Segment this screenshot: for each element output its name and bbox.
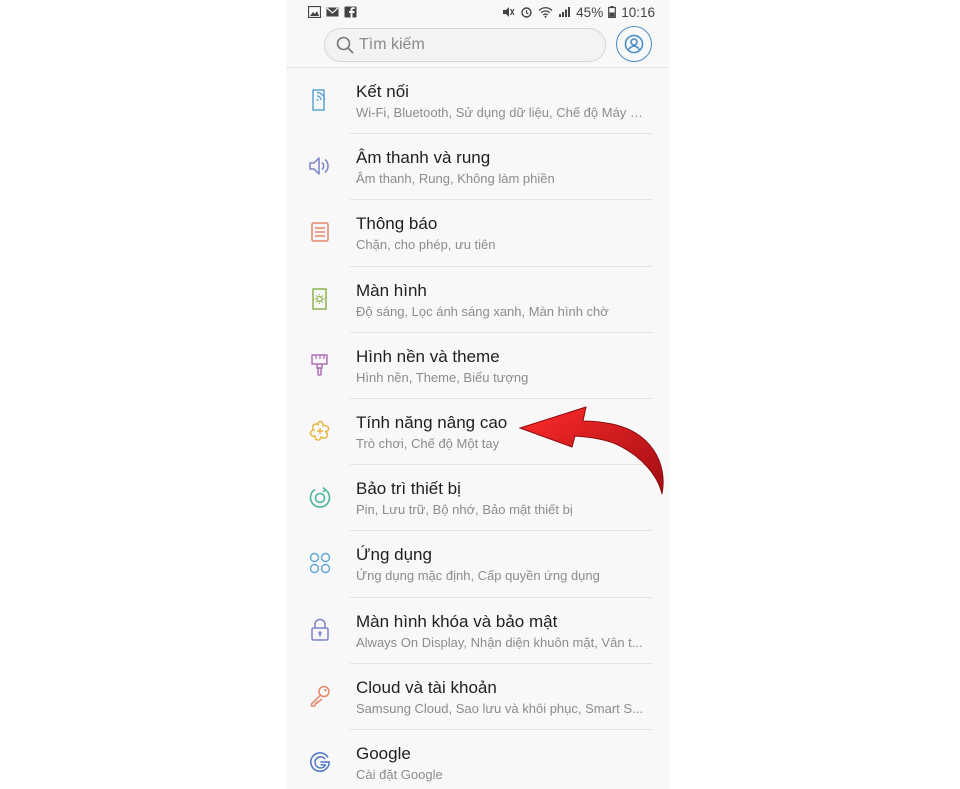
wifi-icon (538, 7, 553, 18)
settings-item-subtitle: Âm thanh, Rung, Không làm phiền (356, 171, 555, 187)
settings-item-title: Thông báo (356, 214, 438, 234)
clock: 10:16 (621, 4, 655, 20)
settings-item-subtitle: Cài đặt Google (356, 766, 443, 782)
settings-item-title: Tính năng nâng cao (356, 412, 508, 432)
battery-icon (608, 6, 617, 18)
mute-icon (503, 7, 515, 17)
settings-item-title: Kết nối (356, 82, 409, 101)
settings-item-apps[interactable]: Ứng dụng Ứng dụng mặc định, Cấp quyền ứn… (286, 531, 669, 598)
profile-button[interactable] (616, 26, 652, 62)
settings-item-subtitle: Always On Display, Nhận diện khuôn mặt, … (356, 634, 643, 650)
settings-list: Kết nối Wi-Fi, Bluetooth, Sử dụng dữ liệ… (286, 68, 669, 789)
apps-icon (306, 549, 334, 577)
settings-item-title: Ứng dụng (356, 545, 432, 565)
wallpaper-icon (306, 351, 334, 379)
settings-item-title: Màn hình (356, 280, 427, 300)
settings-item-cloud-accounts[interactable]: Cloud và tài khoản Samsung Cloud, Sao lư… (286, 664, 669, 730)
settings-item-title: Hình nền và theme (356, 346, 500, 366)
settings-item-subtitle: Pin, Lưu trữ, Bộ nhớ, Bảo mật thiết bị (356, 502, 573, 518)
settings-item-subtitle: Trò chơi, Chế độ Một tay (356, 435, 500, 451)
advanced-features-icon (306, 417, 334, 445)
key-icon (306, 682, 334, 710)
settings-item-connections[interactable]: Kết nối Wi-Fi, Bluetooth, Sử dụng dữ liệ… (286, 68, 669, 135)
settings-item-google[interactable]: Google Cài đặt Google (286, 730, 669, 789)
search-icon (336, 36, 354, 54)
settings-item-sound[interactable]: Âm thanh và rung Âm thanh, Rung, Không l… (286, 134, 669, 201)
settings-item-display[interactable]: Màn hình Độ sáng, Lọc ánh sáng xanh, Màn… (286, 267, 669, 333)
lock-icon (306, 616, 334, 644)
settings-item-notifications[interactable]: Thông báo Chặn, cho phép, ưu tiên (286, 200, 669, 267)
battery-level: 45% (576, 4, 604, 20)
profile-icon (624, 34, 644, 54)
settings-item-subtitle: Ứng dụng mặc định, Cấp quyền ứng dụng (356, 568, 600, 584)
notification-icon (306, 218, 334, 246)
settings-item-title: Google (356, 743, 411, 763)
search-row: Tìm kiếm (286, 24, 669, 66)
status-bar-right: 45% 10:16 (502, 5, 655, 20)
signal-icon (559, 7, 571, 17)
settings-item-title: Âm thanh và rung (356, 148, 491, 168)
alarm-icon (521, 7, 532, 18)
mail-icon (326, 7, 339, 17)
google-icon (306, 748, 334, 776)
settings-item-title: Màn hình khóa và bảo mật (356, 611, 558, 631)
status-bar-left (308, 6, 357, 18)
gallery-icon (308, 6, 321, 18)
settings-item-title: Cloud và tài khoản (356, 677, 497, 697)
settings-item-subtitle: Samsung Cloud, Sao lưu và khôi phục, Sma… (356, 700, 643, 716)
sound-icon (306, 152, 334, 180)
settings-item-wallpaper[interactable]: Hình nền và theme Hình nền, Theme, Biểu … (286, 333, 669, 399)
search-placeholder: Tìm kiếm (359, 36, 425, 53)
settings-item-subtitle: Chặn, cho phép, ưu tiên (356, 237, 496, 253)
status-bar: 45% 10:16 (286, 0, 669, 24)
phone-screen: 45% 10:16 Tìm kiếm Kết nối Wi-Fi, Blueto… (286, 0, 669, 789)
facebook-icon (344, 6, 357, 18)
settings-item-title: Bảo trì thiết bị (356, 479, 461, 499)
search-input[interactable]: Tìm kiếm (324, 28, 606, 62)
settings-item-advanced-features[interactable]: Tính năng nâng cao Trò chơi, Chế độ Một … (286, 399, 669, 466)
device-maintenance-icon (306, 483, 334, 511)
settings-item-subtitle: Wi-Fi, Bluetooth, Sử dụng dữ liệu, Chế đ… (356, 105, 646, 120)
settings-item-lock-screen-security[interactable]: Màn hình khóa và bảo mật Always On Displ… (286, 598, 669, 664)
settings-item-subtitle: Hình nền, Theme, Biểu tượng (356, 369, 529, 385)
settings-item-subtitle: Độ sáng, Lọc ánh sáng xanh, Màn hình chờ (356, 303, 609, 319)
display-icon (306, 285, 334, 313)
settings-item-device-maintenance[interactable]: Bảo trì thiết bị Pin, Lưu trữ, Bộ nhớ, B… (286, 465, 669, 532)
connection-icon (306, 86, 334, 114)
